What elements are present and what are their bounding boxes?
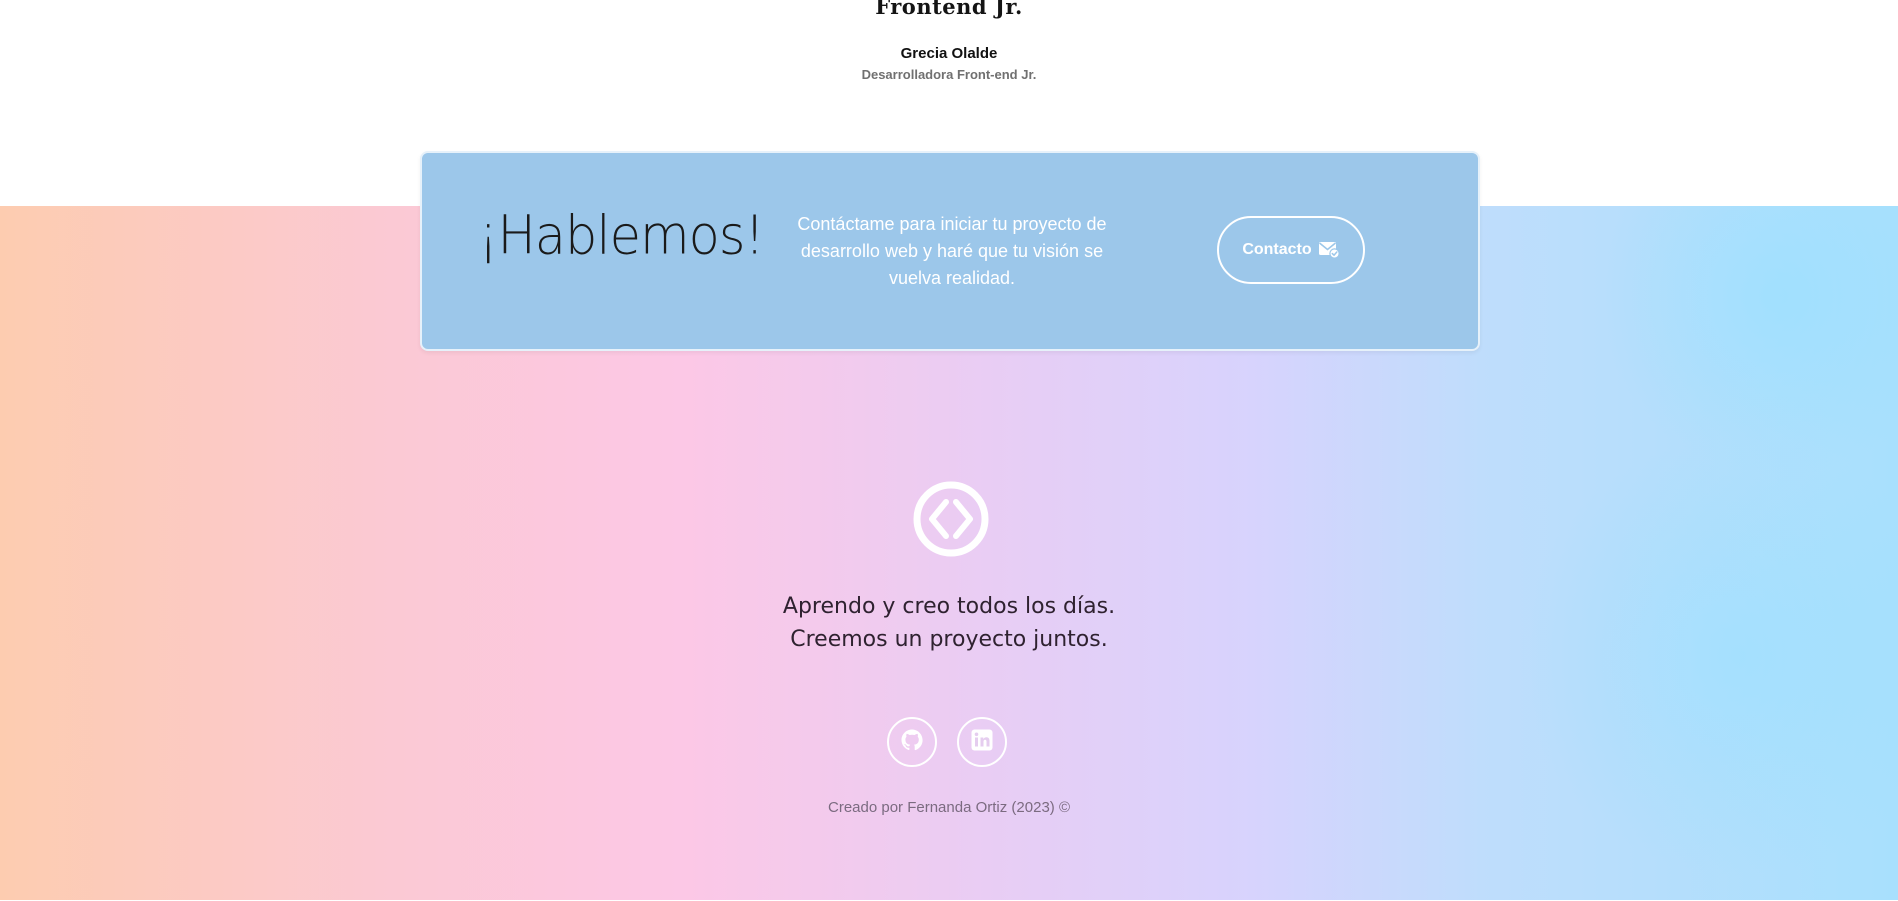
cta-description: Contáctame para iniciar tu proyecto de d…: [797, 214, 1107, 288]
linkedin-link[interactable]: [957, 717, 1007, 767]
github-icon: [900, 728, 924, 757]
tagline-line-1: Aprendo y creo todos los días.: [782, 594, 1116, 619]
social-links: [0, 717, 1898, 767]
page: Frontend Jr. Grecia Olalde Desarrollador…: [0, 0, 1898, 901]
code-brackets-circle-icon: [912, 480, 990, 558]
testimonial-heading: Frontend Jr.: [875, 0, 1023, 19]
testimonial-name: Grecia Olalde: [900, 45, 998, 62]
contact-cta-card: ¡Hablemos! Contáctame para iniciar tu pr…: [420, 151, 1480, 351]
linkedin-icon: [970, 728, 994, 757]
tagline-line-2: Creemos un proyecto juntos.: [790, 627, 1108, 652]
contact-button[interactable]: Contacto: [1217, 216, 1365, 284]
footer-credit: Creado por Fernanda Ortiz (2023) ©: [828, 799, 1070, 816]
contact-button-label: Contacto: [1242, 241, 1312, 258]
cta-title: ¡Hablemos!: [478, 205, 765, 268]
footer-tagline: Aprendo y creo todos los días. Creemos u…: [0, 590, 1898, 656]
mail-check-icon: [1318, 241, 1340, 259]
github-link[interactable]: [887, 717, 937, 767]
testimonial-role: Desarrolladora Front-end Jr.: [861, 67, 1037, 82]
